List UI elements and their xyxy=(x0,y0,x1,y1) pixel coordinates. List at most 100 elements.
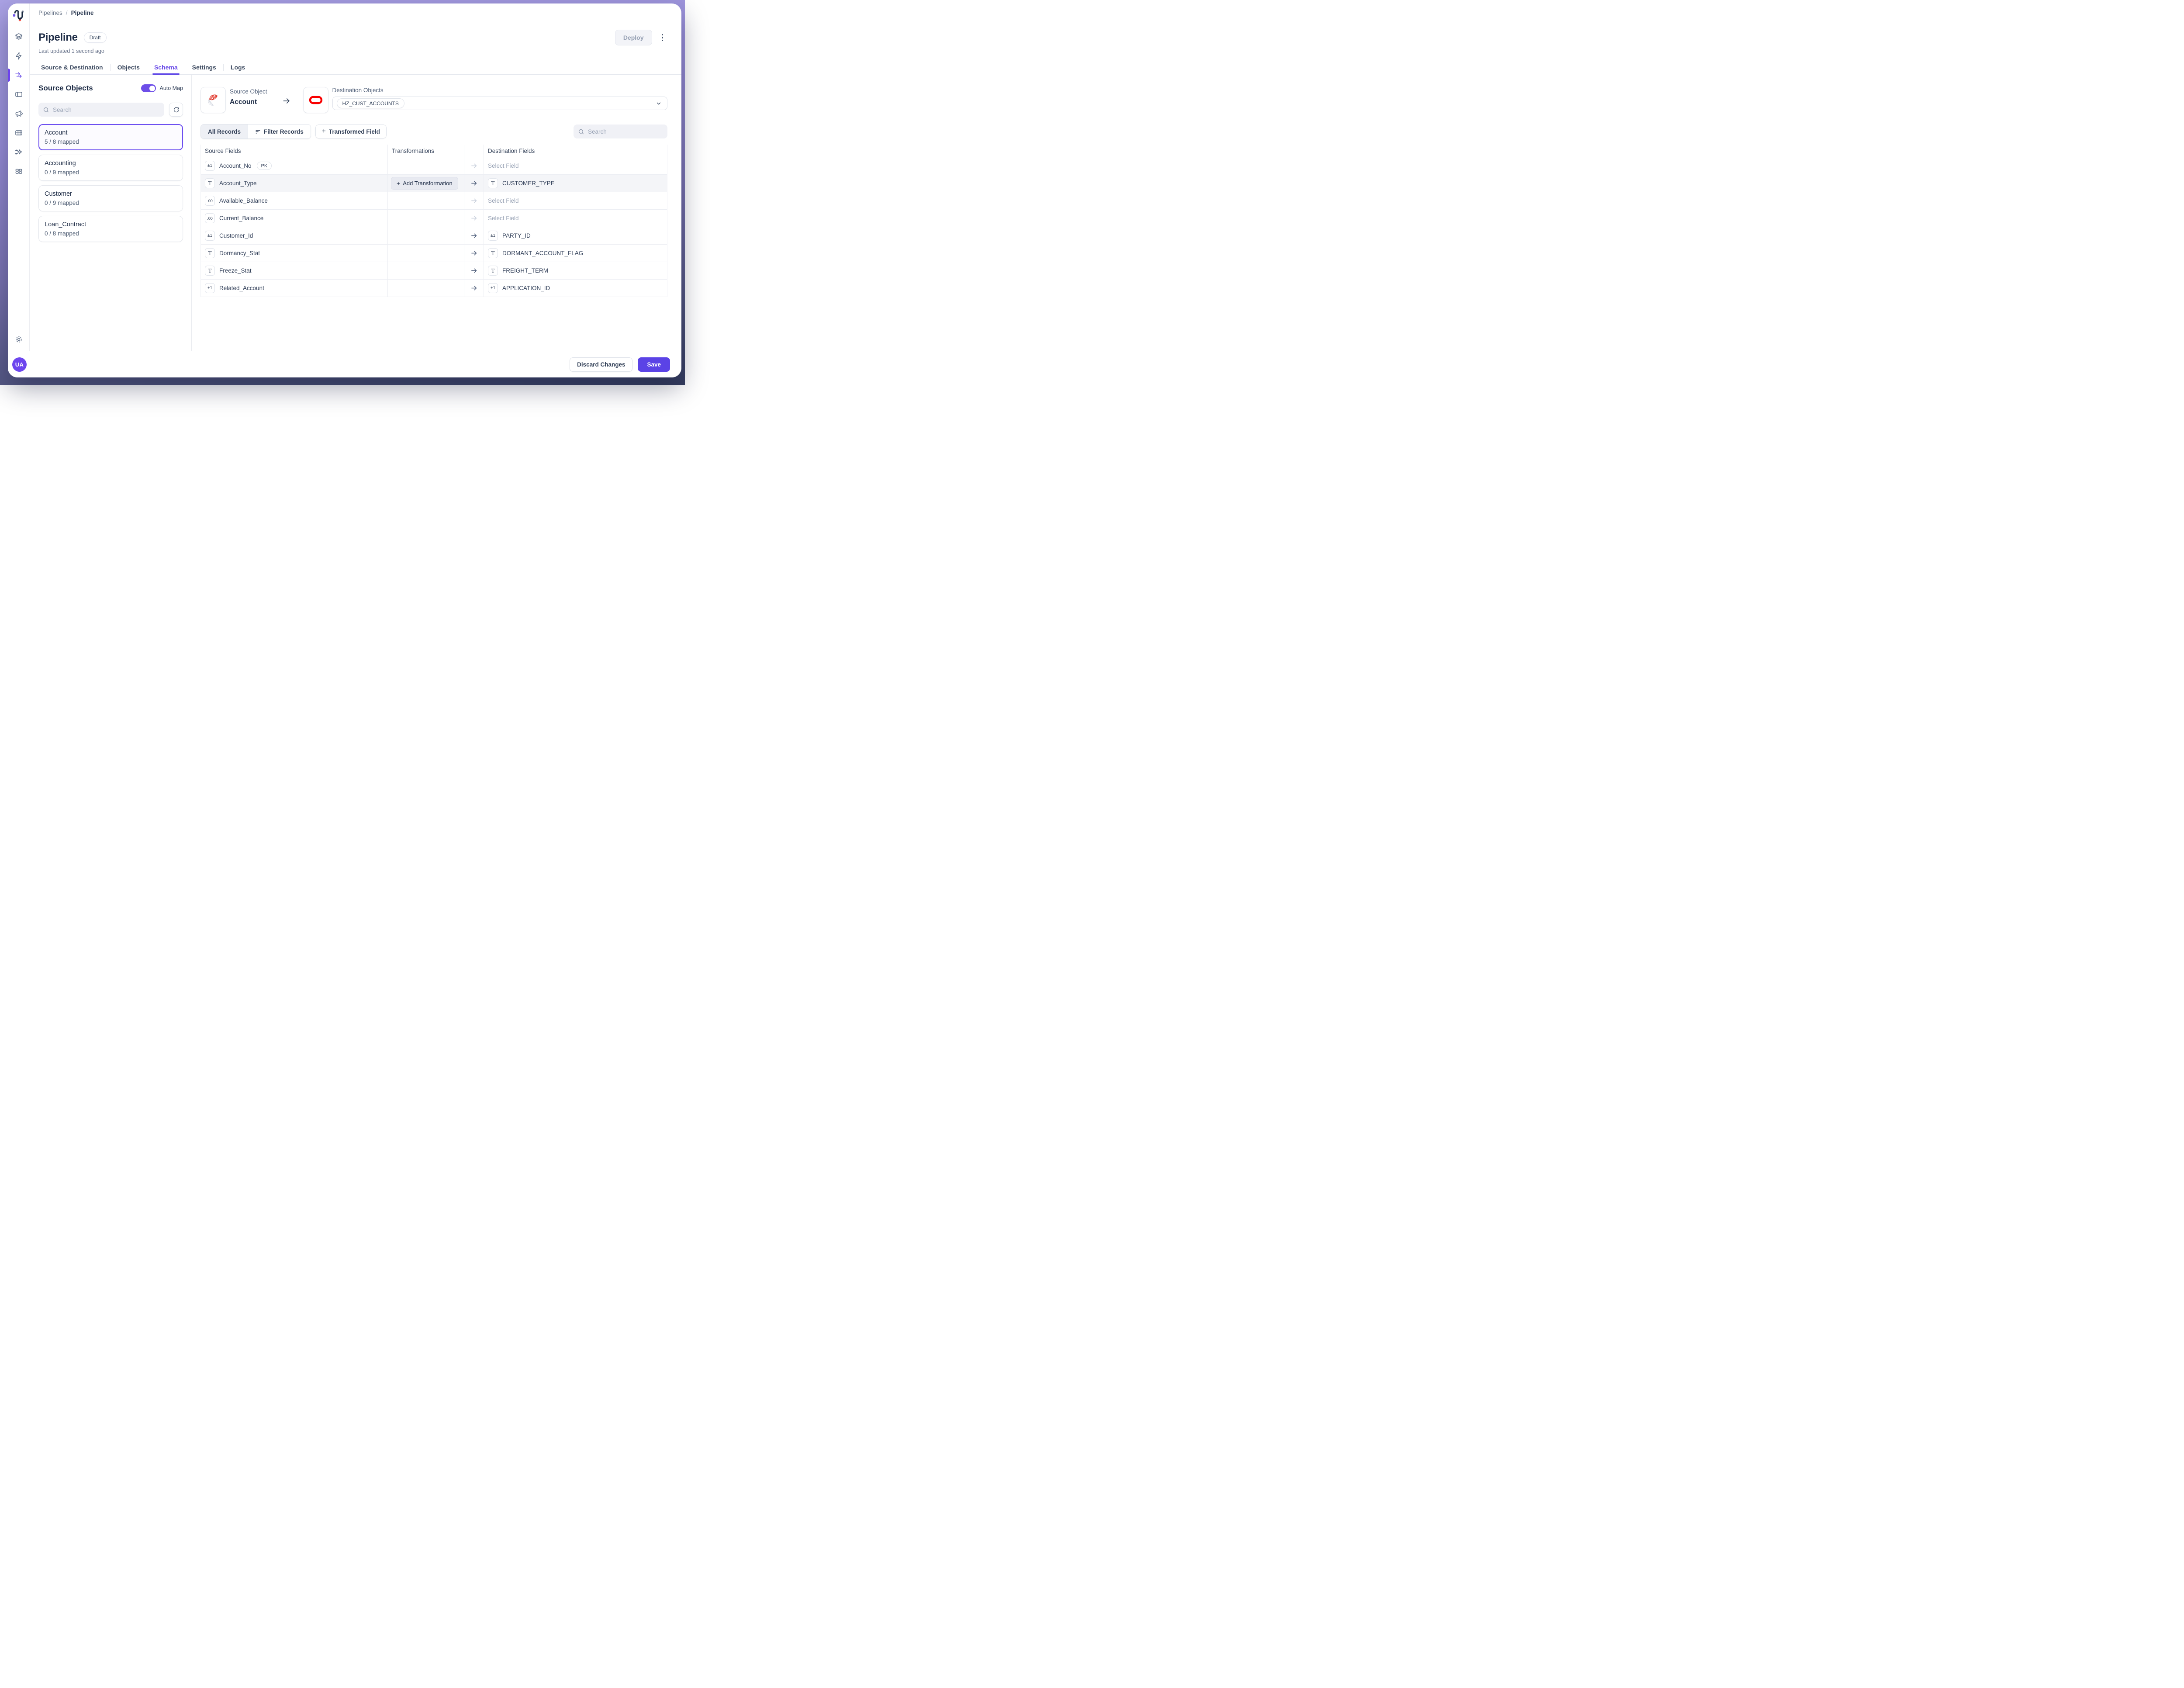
select-field-placeholder[interactable]: Select Field xyxy=(488,215,519,221)
source-connector-card xyxy=(200,87,226,113)
source-object-name: Accounting xyxy=(45,160,177,167)
source-objects-search xyxy=(38,103,164,117)
select-field-placeholder[interactable]: Select Field xyxy=(488,197,519,204)
destination-field-name: APPLICATION_ID xyxy=(502,285,550,291)
more-options-button[interactable] xyxy=(660,32,665,43)
app-logo[interactable] xyxy=(12,9,25,22)
pipelines-arrows-icon xyxy=(14,71,23,80)
schema-mapping-panel: Source Object Account xyxy=(192,75,681,351)
field-type-badge: ±1 xyxy=(488,283,498,293)
status-badge: Draft xyxy=(84,32,107,43)
tab-settings[interactable]: Settings xyxy=(185,60,223,74)
plus-icon: + xyxy=(322,128,326,135)
sidebar-item-layers[interactable] xyxy=(8,31,29,42)
discard-changes-button[interactable]: Discard Changes xyxy=(570,357,632,372)
mapping-arrow-icon xyxy=(470,267,478,274)
sidebar-item-pipelines[interactable] xyxy=(8,70,29,80)
source-object-mapped-count: 0 / 9 mapped xyxy=(45,169,177,176)
breadcrumb-current: Pipeline xyxy=(71,10,94,16)
add-transformed-field-button[interactable]: + Transformed Field xyxy=(315,125,387,138)
source-object-name: Account xyxy=(230,98,267,106)
plus-icon: + xyxy=(397,180,400,187)
source-field-name: Account_No xyxy=(219,163,252,169)
field-type-badge: .00 xyxy=(205,196,215,206)
tab-schema[interactable]: Schema xyxy=(147,60,185,74)
destination-object-chip[interactable]: HZ_CUST_ACCOUNTS xyxy=(337,98,404,108)
sidebar-item-settings[interactable] xyxy=(8,334,29,345)
avatar[interactable]: UA xyxy=(12,357,27,372)
oracle-icon xyxy=(308,92,324,108)
sidebar-item-apps[interactable] xyxy=(8,166,29,176)
mapping-arrow-icon xyxy=(470,180,478,187)
search-icon xyxy=(578,128,584,135)
source-object-card[interactable]: Loan_Contract 0 / 8 mapped xyxy=(38,216,183,242)
source-object-card[interactable]: Account 5 / 8 mapped xyxy=(38,124,183,150)
tab-objects[interactable]: Objects xyxy=(111,60,147,74)
arrow-right-icon xyxy=(282,97,291,105)
field-type-badge: .00 xyxy=(205,213,215,223)
source-objects-search-input[interactable] xyxy=(53,107,160,113)
all-records-button[interactable]: All Records xyxy=(201,125,248,138)
select-field-placeholder[interactable]: Select Field xyxy=(488,163,519,169)
column-header-transformations: Transformations xyxy=(388,145,464,157)
source-field-name: Freeze_Stat xyxy=(219,267,252,274)
table-row: T Freeze_Stat T FREIGHT_TERM xyxy=(201,262,667,280)
field-type-badge: T xyxy=(205,178,215,188)
source-field-name: Customer_Id xyxy=(219,232,253,239)
destination-connector-card xyxy=(303,87,328,113)
field-type-badge: ±1 xyxy=(488,231,498,241)
source-field-name: Current_Balance xyxy=(219,215,263,221)
mapping-table: Source Fields Transformations Destinatio… xyxy=(200,145,667,297)
source-field-name: Related_Account xyxy=(219,285,264,291)
field-type-badge: T xyxy=(488,266,498,276)
tab-logs[interactable]: Logs xyxy=(224,60,252,74)
sidebar-item-announcements[interactable] xyxy=(8,108,29,119)
save-button[interactable]: Save xyxy=(638,357,670,372)
fields-search-input[interactable] xyxy=(588,128,663,135)
mapping-arrow-icon xyxy=(470,284,478,292)
destination-field-name: FREIGHT_TERM xyxy=(502,267,548,274)
sidebar-item-datasets[interactable] xyxy=(8,128,29,138)
last-updated-text: Last updated 1 second ago xyxy=(38,48,665,54)
fields-search xyxy=(574,125,667,138)
breadcrumb-parent[interactable]: Pipelines xyxy=(38,10,62,16)
source-object-name: Loan_Contract xyxy=(45,221,177,228)
table-row: ±1 Customer_Id ±1 PARTY_ID xyxy=(201,227,667,245)
source-object-mapped-count: 0 / 9 mapped xyxy=(45,200,177,206)
source-object-name: Customer xyxy=(45,190,177,197)
source-object-card[interactable]: Customer 0 / 9 mapped xyxy=(38,185,183,211)
source-objects-panel: Source Objects Auto Map xyxy=(30,75,192,351)
field-type-badge: ±1 xyxy=(205,283,215,293)
column-header-arrow xyxy=(464,145,484,157)
tab-source-destination[interactable]: Source & Destination xyxy=(38,60,110,74)
field-type-badge: T xyxy=(488,178,498,188)
field-type-badge: ±1 xyxy=(205,161,215,171)
table-row: .00 Current_Balance Select Field xyxy=(201,210,667,227)
toggle-knob xyxy=(149,86,155,91)
megaphone-icon xyxy=(14,109,23,118)
source-object-card[interactable]: Accounting 0 / 9 mapped xyxy=(38,155,183,181)
sidebar-item-connections[interactable] xyxy=(8,89,29,100)
panel-title: Source Objects xyxy=(38,84,93,93)
destination-objects-select[interactable]: HZ_CUST_ACCOUNTS xyxy=(332,97,667,110)
footer-bar: UA Discard Changes Save xyxy=(8,351,681,377)
add-transformation-button[interactable]: +Add Transformation xyxy=(391,177,458,190)
filter-records-button[interactable]: Filter Records xyxy=(248,125,311,138)
mapping-arrow-icon xyxy=(470,162,478,169)
sidebar-item-runs[interactable] xyxy=(8,51,29,61)
chevron-down-icon xyxy=(656,100,662,107)
auto-map-toggle[interactable] xyxy=(141,84,156,92)
field-type-badge: T xyxy=(205,266,215,276)
table-row: ±1 Account_No PK Select Field xyxy=(201,157,667,175)
destination-field-name: CUSTOMER_TYPE xyxy=(502,180,555,187)
panel-box-icon xyxy=(14,90,23,99)
deploy-button[interactable]: Deploy xyxy=(615,30,652,45)
sidebar-item-automations[interactable] xyxy=(8,147,29,157)
mapping-table-body: ±1 Account_No PK Select Field T Account_… xyxy=(201,157,667,297)
tab-bar: Source & DestinationObjectsSchemaSetting… xyxy=(30,60,681,75)
table-row: .00 Available_Balance Select Field xyxy=(201,192,667,210)
sidebar-nav xyxy=(8,31,29,176)
table-icon xyxy=(14,128,23,137)
refresh-button[interactable] xyxy=(169,103,183,117)
source-object-name: Account xyxy=(45,129,177,136)
